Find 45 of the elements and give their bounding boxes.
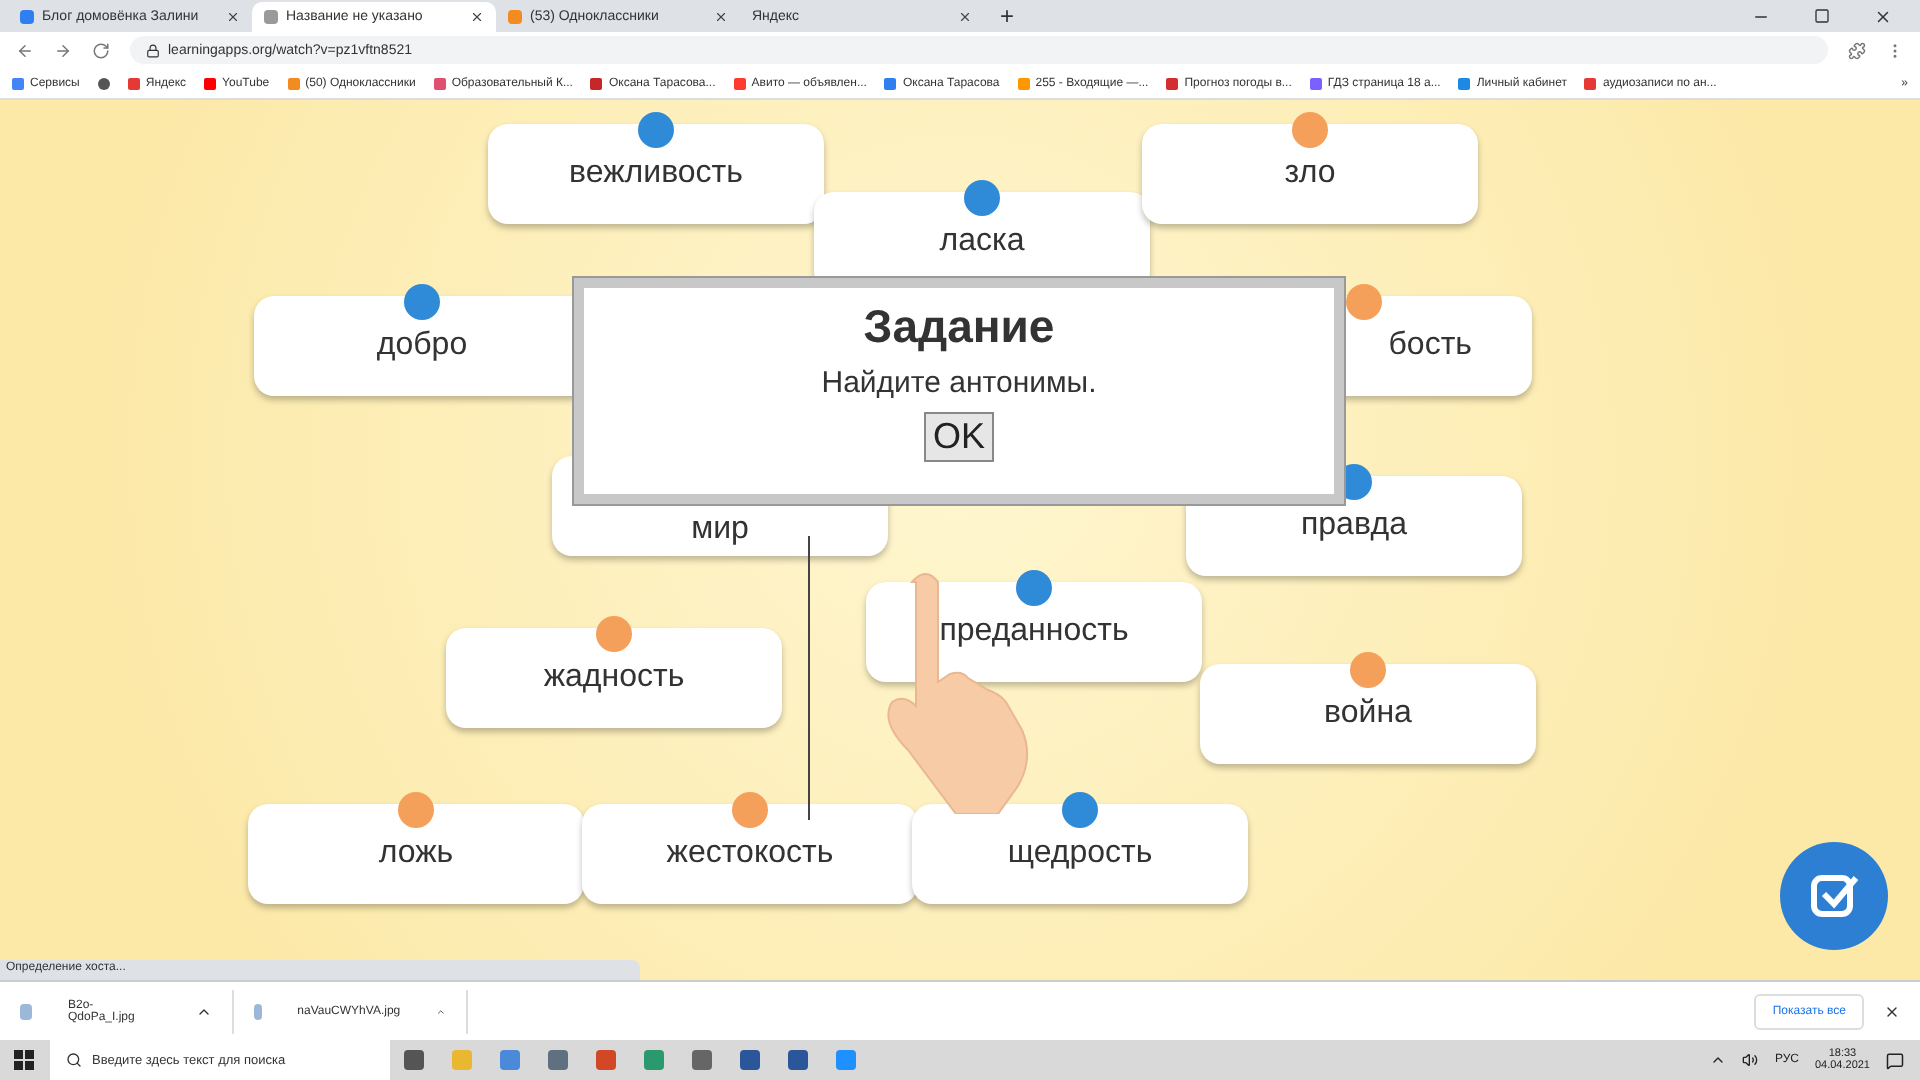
connector-dot[interactable] xyxy=(398,792,434,828)
word-card[interactable]: ложь xyxy=(248,804,584,904)
puzzle-icon[interactable] xyxy=(1848,41,1866,59)
connector-dot[interactable] xyxy=(1292,112,1328,148)
word-card[interactable]: зло xyxy=(1142,124,1478,224)
bookmark-icon[interactable] xyxy=(97,77,110,89)
dialog-title: Задание xyxy=(863,300,1055,354)
windows-logo-icon[interactable] xyxy=(14,1050,34,1070)
connector-dot[interactable] xyxy=(964,180,1000,216)
notifications-icon[interactable] xyxy=(1886,1051,1904,1069)
connector-dot[interactable] xyxy=(596,616,632,652)
word-card[interactable]: война xyxy=(1200,664,1536,764)
word-card[interactable]: преданность xyxy=(866,582,1202,682)
search-icon xyxy=(66,1052,82,1068)
checkmark-icon xyxy=(1808,870,1860,922)
close-icon[interactable] xyxy=(714,10,728,24)
forward-icon[interactable] xyxy=(54,41,72,59)
connector-dot[interactable] xyxy=(1346,284,1382,320)
close-icon[interactable] xyxy=(1884,1003,1900,1019)
maximize-icon[interactable] xyxy=(1814,8,1830,24)
word-card[interactable]: щедрость xyxy=(912,804,1248,904)
close-icon[interactable] xyxy=(958,10,972,24)
connector-dot[interactable] xyxy=(1016,570,1052,606)
connector-dot[interactable] xyxy=(1350,652,1386,688)
connector-dot[interactable] xyxy=(404,284,440,320)
connector-dot[interactable] xyxy=(1062,792,1098,828)
connector-dot[interactable] xyxy=(638,112,674,148)
new-tab-button[interactable]: + xyxy=(984,2,1031,32)
volume-icon[interactable] xyxy=(1742,1052,1759,1068)
file-icon xyxy=(20,1003,32,1019)
connector-dot[interactable] xyxy=(732,792,768,828)
word-card[interactable]: жестокость xyxy=(582,804,918,904)
close-icon[interactable] xyxy=(226,10,240,24)
file-icon xyxy=(254,1003,262,1019)
word-card[interactable]: жадность xyxy=(446,628,782,728)
dialog-message: Найдите антонимы. xyxy=(821,366,1097,400)
back-icon[interactable] xyxy=(16,41,34,59)
close-icon[interactable] xyxy=(470,10,484,24)
caret-icon[interactable] xyxy=(1710,1052,1727,1068)
check-button[interactable] xyxy=(1780,842,1888,950)
ok-button[interactable]: OK xyxy=(924,412,993,462)
close-icon[interactable] xyxy=(1874,7,1892,25)
word-card[interactable]: вежливость xyxy=(488,124,824,224)
lock-icon xyxy=(146,43,160,57)
reload-icon[interactable] xyxy=(92,41,110,59)
